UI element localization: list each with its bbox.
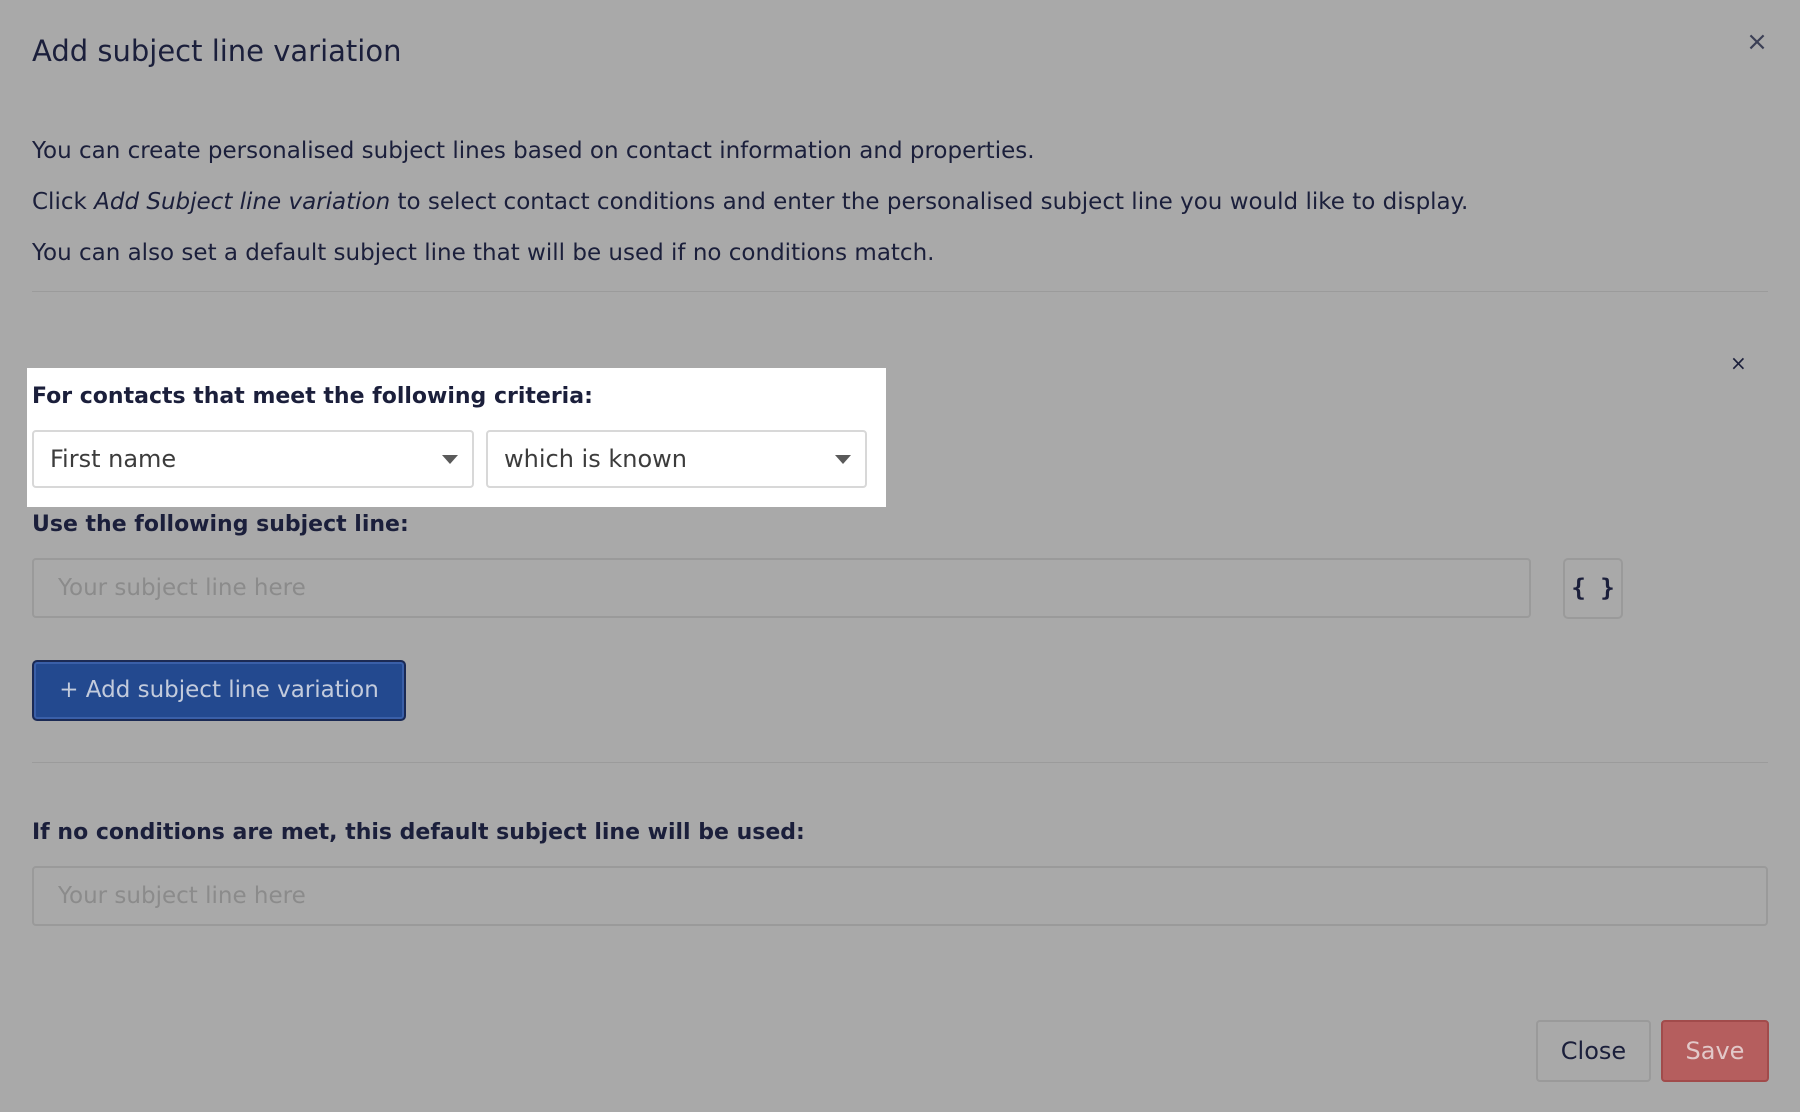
intro-line-2-suffix: to select contact conditions and enter t… xyxy=(390,189,1469,215)
divider xyxy=(32,762,1768,763)
default-subject-label: If no conditions are met, this default s… xyxy=(32,820,805,845)
subject-line-input[interactable]: Your subject line here xyxy=(32,558,1531,618)
remove-variation-icon[interactable]: × xyxy=(1730,352,1747,374)
divider xyxy=(32,291,1768,292)
intro-line-2: Click Add Subject line variation to sele… xyxy=(32,189,1468,215)
subject-line-placeholder: Your subject line here xyxy=(58,575,306,601)
chevron-down-icon xyxy=(835,455,851,464)
save-button[interactable]: Save xyxy=(1661,1020,1769,1082)
modal-title: Add subject line variation xyxy=(32,34,402,68)
default-subject-line-placeholder: Your subject line here xyxy=(58,883,306,909)
personalisation-tags-button[interactable]: { } xyxy=(1563,558,1623,619)
field-select-value: First name xyxy=(50,445,177,473)
intro-line-2-emphasis: Add Subject line variation xyxy=(94,189,391,215)
add-subject-line-variation-button[interactable]: + Add subject line variation xyxy=(32,660,406,721)
default-subject-line-input[interactable]: Your subject line here xyxy=(32,866,1768,926)
intro-line-1: You can create personalised subject line… xyxy=(32,138,1035,164)
close-button[interactable]: Close xyxy=(1536,1020,1651,1082)
chevron-down-icon xyxy=(442,455,458,464)
subject-label: Use the following subject line: xyxy=(32,512,409,537)
intro-line-3: You can also set a default subject line … xyxy=(32,240,935,266)
subject-variation-modal: Add subject line variation × You can cre… xyxy=(0,0,1800,1112)
condition-select[interactable]: which is known xyxy=(486,430,867,488)
condition-select-value: which is known xyxy=(504,445,687,473)
field-select[interactable]: First name xyxy=(32,430,474,488)
close-icon[interactable]: × xyxy=(1745,29,1769,55)
intro-line-2-prefix: Click xyxy=(32,189,95,215)
criteria-label: For contacts that meet the following cri… xyxy=(32,384,593,409)
